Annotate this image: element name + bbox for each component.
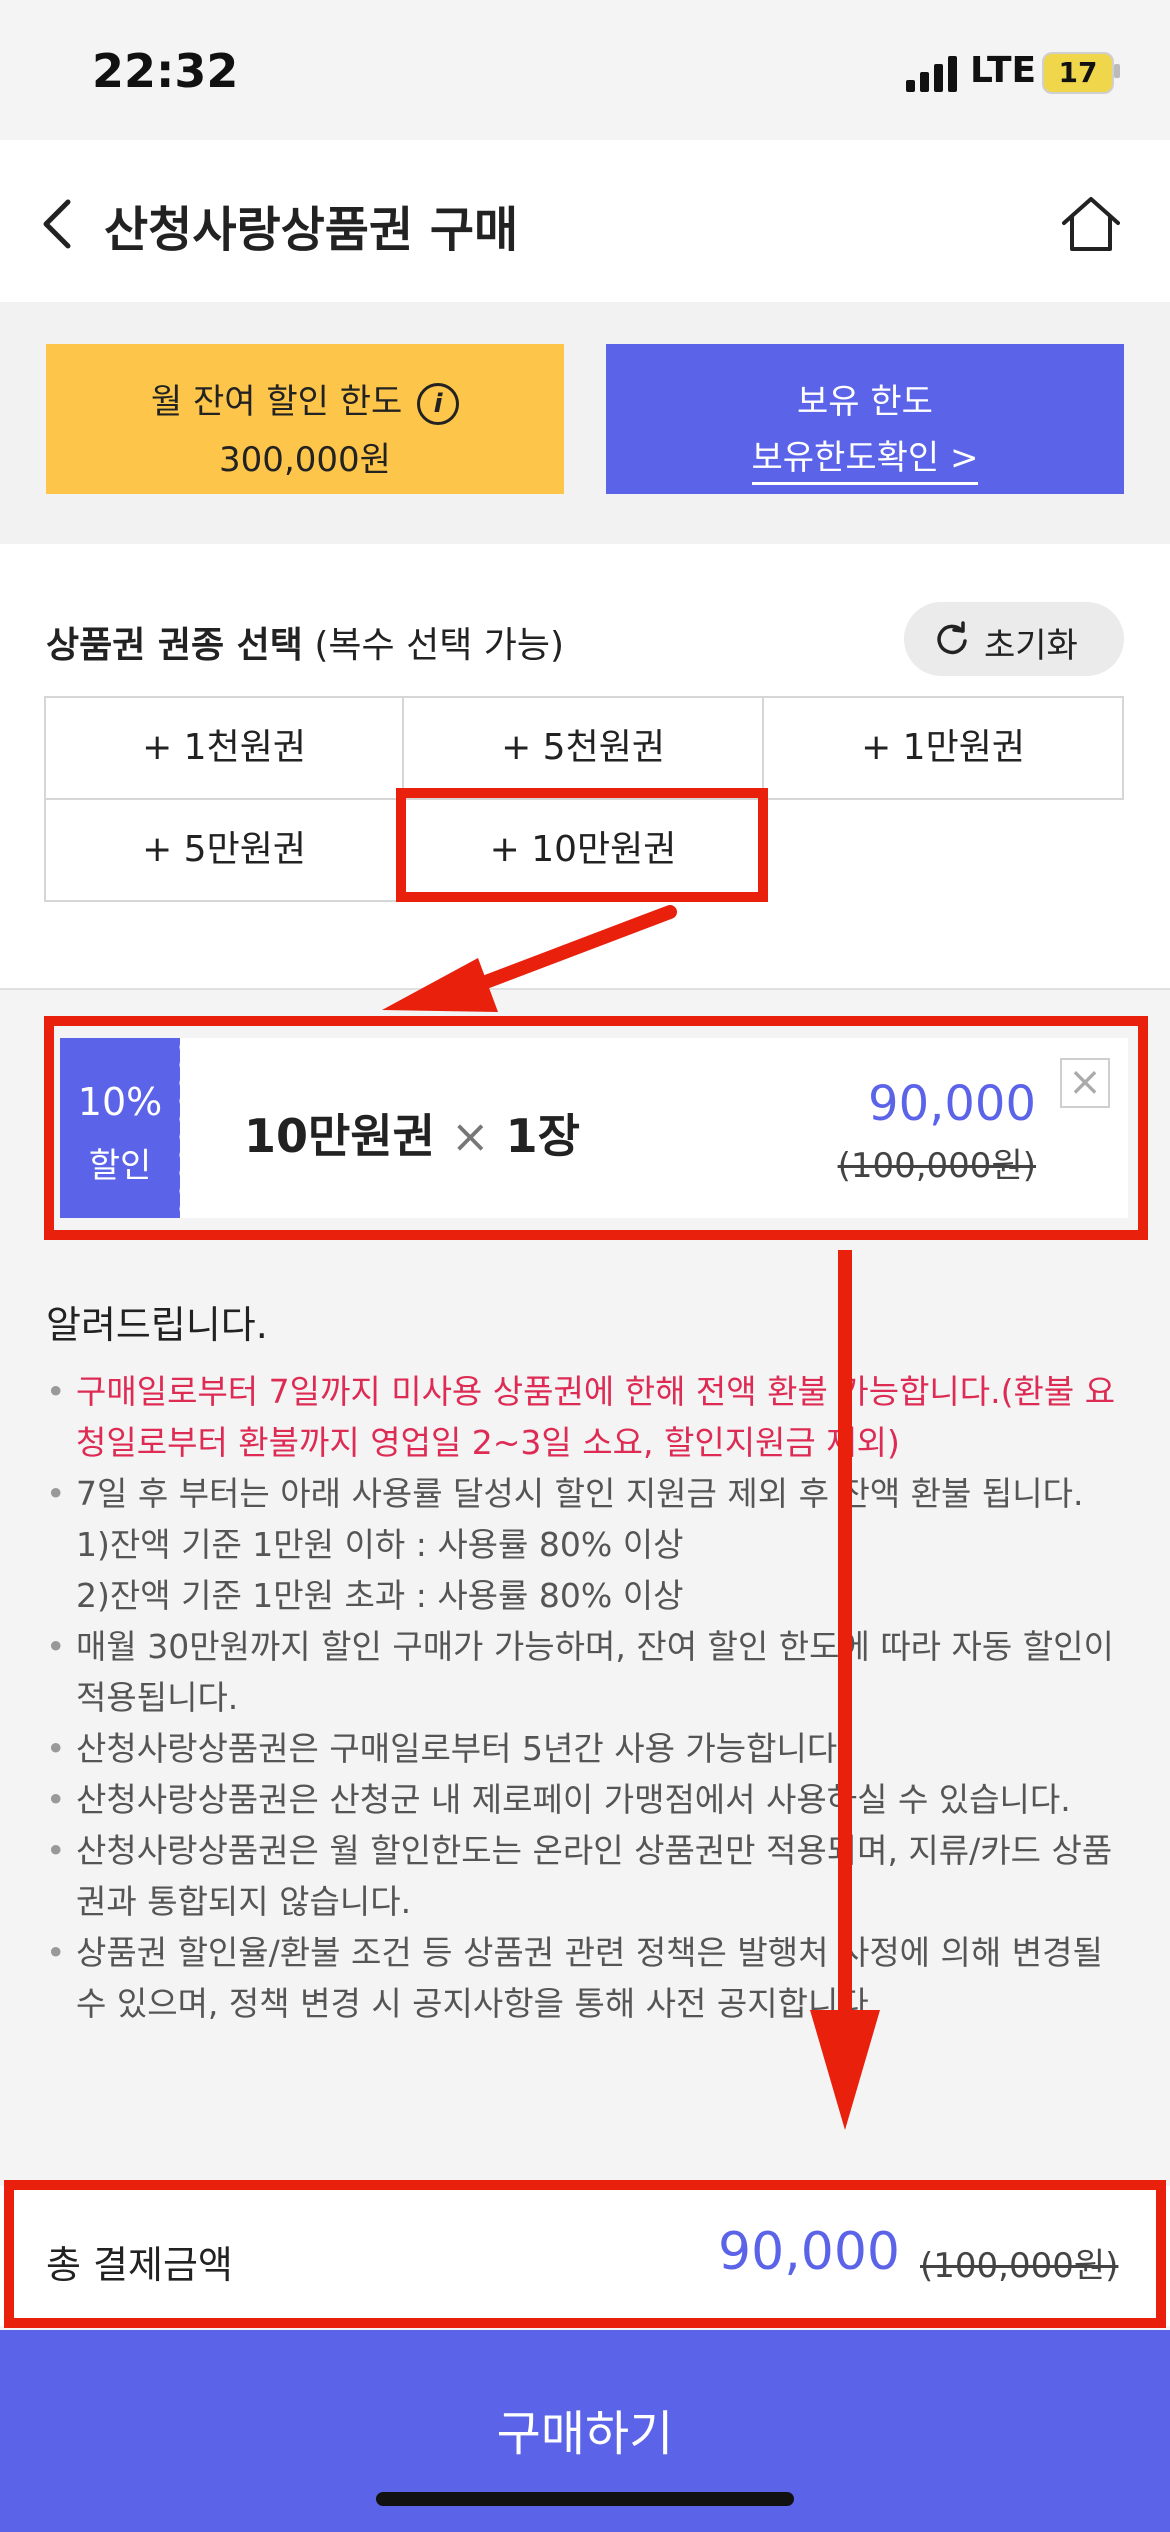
annotation-arrow-diagonal [382,905,677,1012]
annotation-box-coupon [44,1016,1148,1240]
home-indicator [376,2492,794,2506]
monthly-limit-value: 300,000원 [219,440,391,480]
monthly-limit-box: 월 잔여 할인 한도 i 300,000원 [46,344,564,494]
option-1000[interactable]: + 1천원권 [44,696,404,800]
network-label: LTE [970,50,1037,91]
notice-subitem: 1)잔액 기준 1만원 이하 : 사용률 80% 이상 [76,1525,684,1564]
signal-icon [906,56,958,92]
notice-item: 산청사랑상품권은 월 할인한도는 온라인 상품권만 적용되며, 지류/카드 상품… [46,1825,1126,1927]
back-arrow-icon[interactable] [36,196,84,252]
notice-subitem: 2)잔액 기준 1만원 초과 : 사용률 80% 이상 [76,1576,684,1615]
option-50000[interactable]: + 5만원권 [44,798,404,902]
home-icon[interactable] [1060,195,1122,253]
page-title: 산청사랑상품권 구매 [104,202,519,258]
notice-item: 상품권 할인율/환불 조건 등 상품권 관련 정책은 발행처 사정에 의해 변경… [46,1927,1126,2029]
battery-icon: 17 [1042,52,1114,94]
info-icon[interactable]: i [417,382,460,425]
status-time: 22:32 [92,44,239,98]
owned-limit-label: 보유 한도 [797,382,933,422]
owned-limit-link[interactable]: 보유한도확인 > [751,438,979,485]
notice-item: 매월 30만원까지 할인 구매가 가능하며, 잔여 할인 한도에 따라 자동 할… [46,1621,1126,1723]
selection-title: 상품권 권종 선택 [46,625,303,666]
notice-item: 구매일로부터 7일까지 미사용 상품권에 한해 전액 환불 가능합니다.(환불 … [46,1366,1126,1468]
battery-tip [1114,64,1120,78]
reset-label: 초기화 [984,626,1078,666]
refresh-icon [937,621,967,655]
annotation-box-option [396,788,768,902]
notice-item: 산청사랑상품권은 산청군 내 제로페이 가맹점에서 사용하실 수 있습니다. [46,1774,1126,1825]
purchase-label: 구매하기 [496,2406,674,2462]
option-5000[interactable]: + 5천원권 [402,696,764,800]
notice-item: 7일 후 부터는 아래 사용률 달성시 할인 지원금 제외 후 잔액 환불 됩니… [46,1468,1126,1519]
owned-limit-box[interactable]: 보유 한도 보유한도확인 > [606,344,1124,494]
notice-title: 알려드립니다. [46,1303,268,1347]
monthly-limit-label: 월 잔여 할인 한도 [150,382,403,422]
annotation-box-total [4,2180,1166,2328]
notice-item: 산청사랑상품권은 구매일로부터 5년간 사용 가능합니다. [46,1723,1126,1774]
notice-list: 구매일로부터 7일까지 미사용 상품권에 한해 전액 환불 가능합니다.(환불 … [46,1366,1126,2029]
battery-level: 17 [1058,56,1098,89]
annotation-arrow-down [810,1250,880,2130]
option-10000[interactable]: + 1만원권 [762,696,1124,800]
selection-subtitle: (복수 선택 가능) [314,625,565,666]
reset-button[interactable]: 초기화 [904,602,1124,676]
